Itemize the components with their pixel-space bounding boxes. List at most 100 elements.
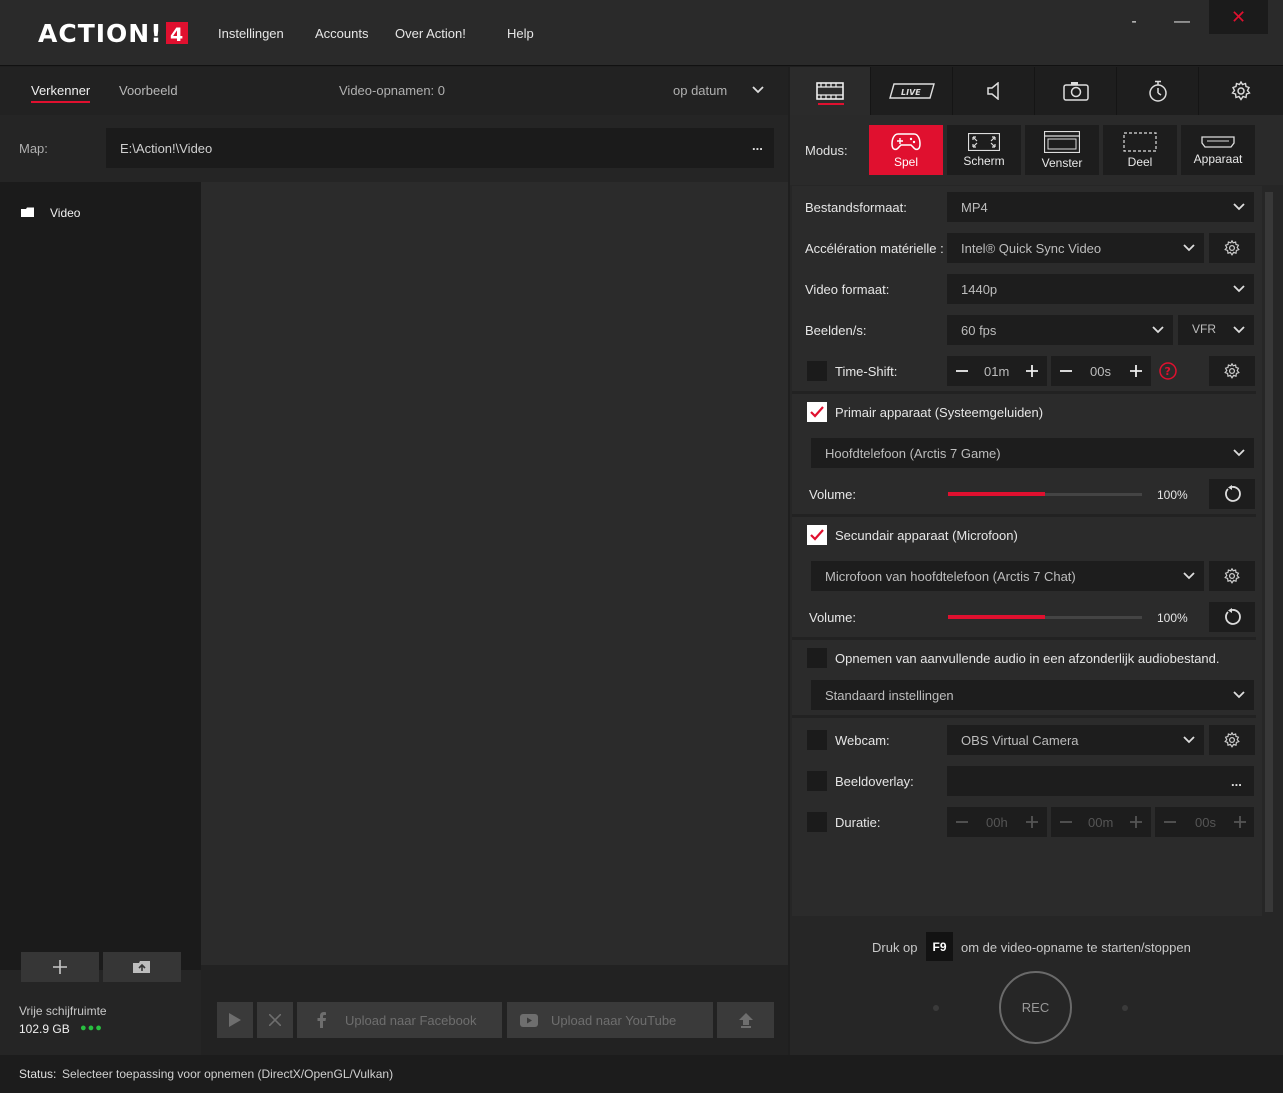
menu-accounts[interactable]: Accounts bbox=[315, 26, 368, 41]
section-divider bbox=[792, 637, 1256, 640]
mode-deel-button[interactable]: Deel bbox=[1103, 125, 1177, 175]
minus-icon[interactable] bbox=[1059, 815, 1073, 829]
folder-upload-icon bbox=[133, 960, 151, 974]
gear-icon bbox=[1224, 363, 1240, 379]
folder-item-video[interactable]: Video bbox=[50, 206, 80, 220]
plus-icon[interactable] bbox=[1233, 815, 1247, 829]
primair-reset-button[interactable] bbox=[1209, 479, 1255, 509]
bestandsformaat-select[interactable] bbox=[947, 192, 1254, 222]
fps-value: 60 fps bbox=[961, 323, 997, 338]
menu-instellingen[interactable]: Instellingen bbox=[218, 26, 284, 41]
window-icon bbox=[1044, 130, 1080, 153]
upload-facebook-button[interactable]: Upload naar Facebook bbox=[297, 1002, 502, 1038]
secundair-reset-button[interactable] bbox=[1209, 602, 1255, 632]
plus-icon[interactable] bbox=[1025, 815, 1039, 829]
duratie-checkbox[interactable] bbox=[807, 812, 827, 832]
map-label: Map: bbox=[19, 141, 48, 156]
plus-icon[interactable] bbox=[1025, 364, 1039, 378]
timeshift-minutes[interactable]: 01m bbox=[984, 364, 1009, 379]
add-folder-button[interactable] bbox=[21, 952, 99, 982]
play-icon bbox=[229, 1013, 241, 1027]
maximize-button[interactable]: — bbox=[1168, 4, 1196, 40]
upload-youtube-button[interactable]: Upload naar YouTube bbox=[507, 1002, 713, 1038]
minus-icon[interactable] bbox=[955, 364, 969, 378]
microphone-settings-button[interactable] bbox=[1209, 561, 1255, 591]
checkmark-icon bbox=[810, 406, 824, 418]
timeshift-seconds[interactable]: 00s bbox=[1090, 364, 1111, 379]
tab-settings[interactable] bbox=[1200, 67, 1281, 115]
gear-icon bbox=[1224, 732, 1240, 748]
beelden-label: Beelden/s: bbox=[805, 323, 867, 338]
duratie-seconds[interactable]: 00s bbox=[1195, 815, 1216, 830]
tab-screenshot[interactable] bbox=[1036, 67, 1117, 115]
settings-scrollbar[interactable] bbox=[1265, 192, 1273, 912]
tab-video[interactable] bbox=[790, 67, 871, 115]
sort-select[interactable]: op datum bbox=[673, 83, 727, 98]
duratie-label: Duratie: bbox=[835, 815, 881, 830]
menu-over-action[interactable]: Over Action! bbox=[395, 26, 466, 41]
section-divider bbox=[792, 514, 1256, 517]
minus-icon[interactable] bbox=[1163, 815, 1177, 829]
rec-button[interactable]: REC bbox=[999, 971, 1072, 1044]
rec-indicator-dot bbox=[1122, 1005, 1128, 1011]
tab-verkenner[interactable]: Verkenner bbox=[31, 83, 91, 103]
plus-icon[interactable] bbox=[1129, 364, 1143, 378]
gear-icon bbox=[1224, 240, 1240, 256]
webcam-checkbox[interactable] bbox=[807, 730, 827, 750]
active-tab-indicator bbox=[818, 103, 844, 105]
hdmi-device-icon bbox=[1201, 135, 1235, 149]
extra-audio-value: Standaard instellingen bbox=[825, 688, 954, 703]
webcam-value: OBS Virtual Camera bbox=[961, 733, 1079, 748]
youtube-icon bbox=[507, 1013, 551, 1027]
timeshift-settings-button[interactable] bbox=[1209, 356, 1255, 386]
open-folder-button[interactable] bbox=[103, 952, 181, 982]
secundair-checkbox[interactable] bbox=[807, 525, 827, 545]
help-icon[interactable]: ? bbox=[1159, 362, 1177, 380]
plus-icon[interactable] bbox=[1129, 815, 1143, 829]
hotkey-hint-prefix: Druk op bbox=[872, 940, 918, 955]
gamepad-icon bbox=[891, 132, 921, 152]
overlay-browse-button[interactable]: ... bbox=[1231, 774, 1242, 789]
webcam-settings-button[interactable] bbox=[1209, 725, 1255, 755]
tab-live[interactable]: LIVE bbox=[872, 67, 953, 115]
mode-apparaat-button[interactable]: Apparaat bbox=[1181, 125, 1255, 175]
duratie-hours[interactable]: 00h bbox=[986, 815, 1008, 830]
chevron-down-icon bbox=[1233, 691, 1245, 699]
extra-audio-checkbox[interactable] bbox=[807, 648, 827, 668]
primair-checkbox[interactable] bbox=[807, 402, 827, 422]
minimize-button[interactable]: - bbox=[1122, 4, 1146, 40]
upload-button[interactable] bbox=[717, 1002, 774, 1038]
mode-spel-button[interactable]: Spel bbox=[869, 125, 943, 175]
close-icon bbox=[269, 1014, 281, 1026]
acceleration-settings-button[interactable] bbox=[1209, 233, 1255, 263]
tab-voorbeeld[interactable]: Voorbeeld bbox=[119, 83, 178, 98]
duratie-minutes[interactable]: 00m bbox=[1088, 815, 1113, 830]
svg-text:?: ? bbox=[1165, 365, 1171, 378]
tab-audio[interactable] bbox=[954, 67, 1035, 115]
close-button[interactable]: ✕ bbox=[1209, 0, 1268, 34]
tab-timer[interactable] bbox=[1118, 67, 1199, 115]
chevron-down-icon[interactable] bbox=[752, 86, 764, 94]
timeshift-checkbox[interactable] bbox=[807, 361, 827, 381]
delete-button[interactable] bbox=[257, 1002, 293, 1038]
mode-venster-button[interactable]: Venster bbox=[1025, 125, 1099, 175]
overlay-checkbox[interactable] bbox=[807, 771, 827, 791]
minus-icon[interactable] bbox=[1059, 364, 1073, 378]
minus-icon[interactable] bbox=[955, 815, 969, 829]
chevron-down-icon bbox=[1233, 449, 1245, 457]
secundair-label: Secundair apparaat (Microfoon) bbox=[835, 528, 1018, 543]
play-button[interactable] bbox=[217, 1002, 253, 1038]
folder-tree bbox=[0, 182, 201, 970]
fullscreen-icon bbox=[968, 132, 1000, 151]
mode-venster-label: Venster bbox=[1041, 155, 1083, 170]
upload-arrow-icon bbox=[738, 1012, 753, 1028]
browse-folder-button[interactable]: ... bbox=[752, 138, 763, 153]
primair-volume-value: 100% bbox=[1157, 488, 1188, 502]
videoformaat-value: 1440p bbox=[961, 282, 998, 297]
speaker-icon bbox=[986, 82, 1002, 100]
mode-scherm-button[interactable]: Scherm bbox=[947, 125, 1021, 175]
overlay-file-field[interactable] bbox=[947, 766, 1254, 796]
menu-help[interactable]: Help bbox=[507, 26, 534, 41]
folder-icon bbox=[21, 207, 35, 218]
svg-text:ACTION!: ACTION! bbox=[38, 20, 163, 46]
